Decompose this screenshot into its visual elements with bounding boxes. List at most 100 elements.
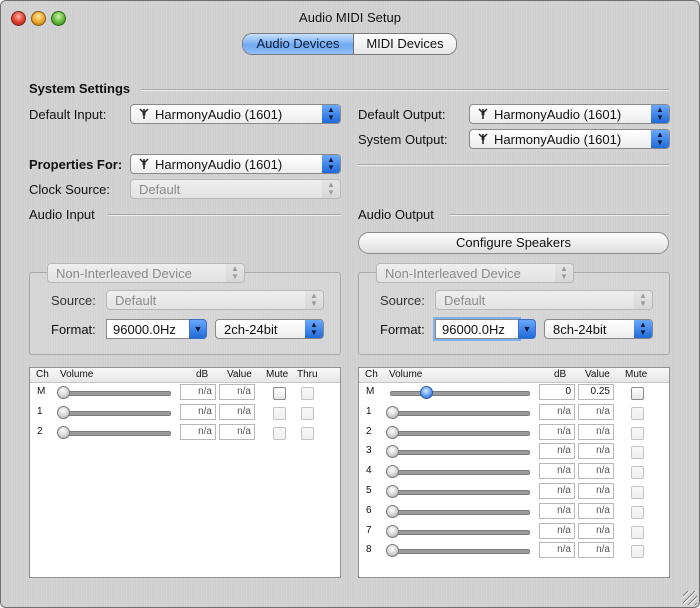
default-input-popup[interactable]: HarmonyAudio (1601) ▲ ▼ bbox=[130, 104, 341, 124]
db-field[interactable]: n/a bbox=[539, 483, 575, 499]
resize-grip[interactable] bbox=[683, 591, 697, 605]
channel-label: 8 bbox=[366, 544, 372, 556]
volume-slider-knob[interactable] bbox=[57, 405, 70, 419]
db-field[interactable]: n/a bbox=[539, 522, 575, 539]
value-field[interactable]: n/a bbox=[578, 403, 614, 420]
volume-slider[interactable] bbox=[390, 490, 530, 495]
mute-checkbox[interactable] bbox=[273, 426, 286, 440]
volume-slider[interactable] bbox=[390, 529, 530, 535]
volume-slider[interactable] bbox=[390, 430, 530, 436]
value-field[interactable]: n/a bbox=[578, 423, 614, 440]
db-field[interactable]: n/a bbox=[180, 423, 216, 440]
db-field[interactable]: n/a bbox=[539, 463, 575, 480]
tab-audio-devices[interactable]: Audio Devices bbox=[243, 34, 354, 54]
title-bar: Audio MIDI Setup bbox=[1, 1, 699, 31]
volume-slider[interactable] bbox=[390, 509, 530, 515]
input-channels-popup[interactable]: 2ch-24bit ▲ ▼ bbox=[215, 319, 324, 339]
db-field[interactable]: 0 bbox=[539, 384, 575, 400]
value-field[interactable]: n/a bbox=[578, 463, 614, 480]
value-field[interactable]: n/a bbox=[578, 483, 614, 499]
mute-checkbox[interactable] bbox=[273, 406, 286, 420]
audio-input-heading: Audio Input bbox=[29, 207, 95, 222]
volume-slider[interactable] bbox=[61, 391, 171, 396]
volume-slider[interactable] bbox=[390, 410, 530, 416]
volume-slider[interactable] bbox=[390, 391, 530, 396]
mute-checkbox[interactable] bbox=[631, 505, 644, 519]
output-format-label: Format: bbox=[380, 322, 425, 337]
down-arrow-icon[interactable]: ▼ bbox=[518, 319, 536, 339]
input-table-header: Ch Volume dB Value Mute Thru bbox=[30, 368, 340, 383]
input-rate-combo[interactable]: 96000.0Hz bbox=[106, 319, 190, 339]
volume-slider-knob[interactable] bbox=[386, 425, 399, 439]
db-field[interactable]: n/a bbox=[539, 423, 575, 440]
db-field[interactable]: n/a bbox=[539, 502, 575, 519]
output-device-mode-popup[interactable]: Non-Interleaved Device ▲ ▼ bbox=[376, 263, 574, 283]
properties-for-popup[interactable]: HarmonyAudio (1601) ▲ ▼ bbox=[130, 154, 341, 174]
mute-checkbox[interactable] bbox=[273, 387, 286, 400]
mute-checkbox[interactable] bbox=[631, 486, 644, 499]
volume-slider-knob[interactable] bbox=[57, 425, 70, 439]
thru-checkbox[interactable] bbox=[301, 406, 314, 420]
thru-checkbox[interactable] bbox=[301, 387, 314, 400]
clock-source-popup[interactable]: Default ▲ ▼ bbox=[130, 179, 341, 199]
table-row: 2 n/a n/a bbox=[30, 423, 340, 442]
value-field[interactable]: n/a bbox=[578, 542, 614, 559]
volume-slider[interactable] bbox=[390, 470, 530, 476]
default-output-label: Default Output: bbox=[358, 107, 446, 122]
output-channel-table: Ch Volume dB Value Mute M 0 0.25 1 n/a n/a 2 n/… bbox=[358, 367, 670, 578]
table-row: 1 n/a n/a bbox=[359, 403, 669, 422]
volume-slider-knob[interactable] bbox=[386, 504, 399, 518]
volume-slider-knob[interactable] bbox=[386, 465, 399, 479]
mute-checkbox[interactable] bbox=[631, 446, 644, 460]
volume-slider-knob[interactable] bbox=[386, 445, 399, 459]
configure-speakers-button[interactable]: Configure Speakers bbox=[358, 232, 669, 254]
mute-checkbox[interactable] bbox=[631, 466, 644, 480]
value-field[interactable]: n/a bbox=[219, 403, 255, 420]
volume-slider[interactable] bbox=[390, 450, 530, 456]
down-arrow-icon[interactable]: ▼ bbox=[189, 319, 207, 339]
output-device-mode-value: Non-Interleaved Device bbox=[385, 266, 521, 281]
volume-slider-knob[interactable] bbox=[419, 386, 433, 399]
volume-slider-knob[interactable] bbox=[386, 485, 399, 498]
output-source-popup[interactable]: Default ▲ ▼ bbox=[435, 290, 653, 310]
volume-slider-knob[interactable] bbox=[57, 386, 70, 399]
default-output-popup[interactable]: HarmonyAudio (1601) ▲ ▼ bbox=[469, 104, 670, 124]
value-field[interactable]: n/a bbox=[219, 384, 255, 400]
updown-arrows-icon: ▲ ▼ bbox=[651, 105, 669, 123]
mute-checkbox[interactable] bbox=[631, 387, 644, 400]
db-field[interactable]: n/a bbox=[539, 542, 575, 559]
output-rate-combo[interactable]: 96000.0Hz bbox=[433, 317, 521, 341]
output-channels-popup[interactable]: 8ch-24bit ▲ ▼ bbox=[544, 319, 653, 339]
tab-midi-devices[interactable]: MIDI Devices bbox=[354, 34, 456, 54]
system-output-value: HarmonyAudio (1601) bbox=[494, 132, 622, 147]
mute-checkbox[interactable] bbox=[631, 545, 644, 559]
volume-slider[interactable] bbox=[61, 430, 171, 436]
system-output-popup[interactable]: HarmonyAudio (1601) ▲ ▼ bbox=[469, 129, 670, 149]
input-device-mode-popup[interactable]: Non-Interleaved Device ▲ ▼ bbox=[47, 263, 245, 283]
table-row: 5 n/a n/a bbox=[359, 482, 669, 501]
updown-arrows-icon: ▲ ▼ bbox=[555, 264, 573, 282]
value-field[interactable]: n/a bbox=[219, 423, 255, 440]
volume-slider-knob[interactable] bbox=[386, 405, 399, 419]
volume-slider-knob[interactable] bbox=[386, 544, 399, 558]
value-field[interactable]: n/a bbox=[578, 443, 614, 460]
mute-checkbox[interactable] bbox=[631, 406, 644, 420]
db-field[interactable]: n/a bbox=[180, 384, 216, 400]
output-format-group bbox=[358, 272, 670, 355]
mute-checkbox[interactable] bbox=[631, 525, 644, 539]
value-field[interactable]: n/a bbox=[578, 522, 614, 539]
volume-slider-knob[interactable] bbox=[386, 524, 399, 538]
thru-checkbox[interactable] bbox=[301, 426, 314, 440]
db-field[interactable]: n/a bbox=[539, 443, 575, 460]
channel-label: 7 bbox=[366, 524, 372, 536]
db-field[interactable]: n/a bbox=[539, 403, 575, 420]
properties-for-label: Properties For: bbox=[29, 157, 123, 172]
mute-checkbox[interactable] bbox=[631, 426, 644, 440]
value-field[interactable]: n/a bbox=[578, 502, 614, 519]
table-row: 2 n/a n/a bbox=[359, 423, 669, 442]
value-field[interactable]: 0.25 bbox=[578, 384, 614, 400]
input-source-popup[interactable]: Default ▲ ▼ bbox=[106, 290, 324, 310]
volume-slider[interactable] bbox=[390, 549, 530, 555]
volume-slider[interactable] bbox=[61, 410, 171, 416]
db-field[interactable]: n/a bbox=[180, 403, 216, 420]
